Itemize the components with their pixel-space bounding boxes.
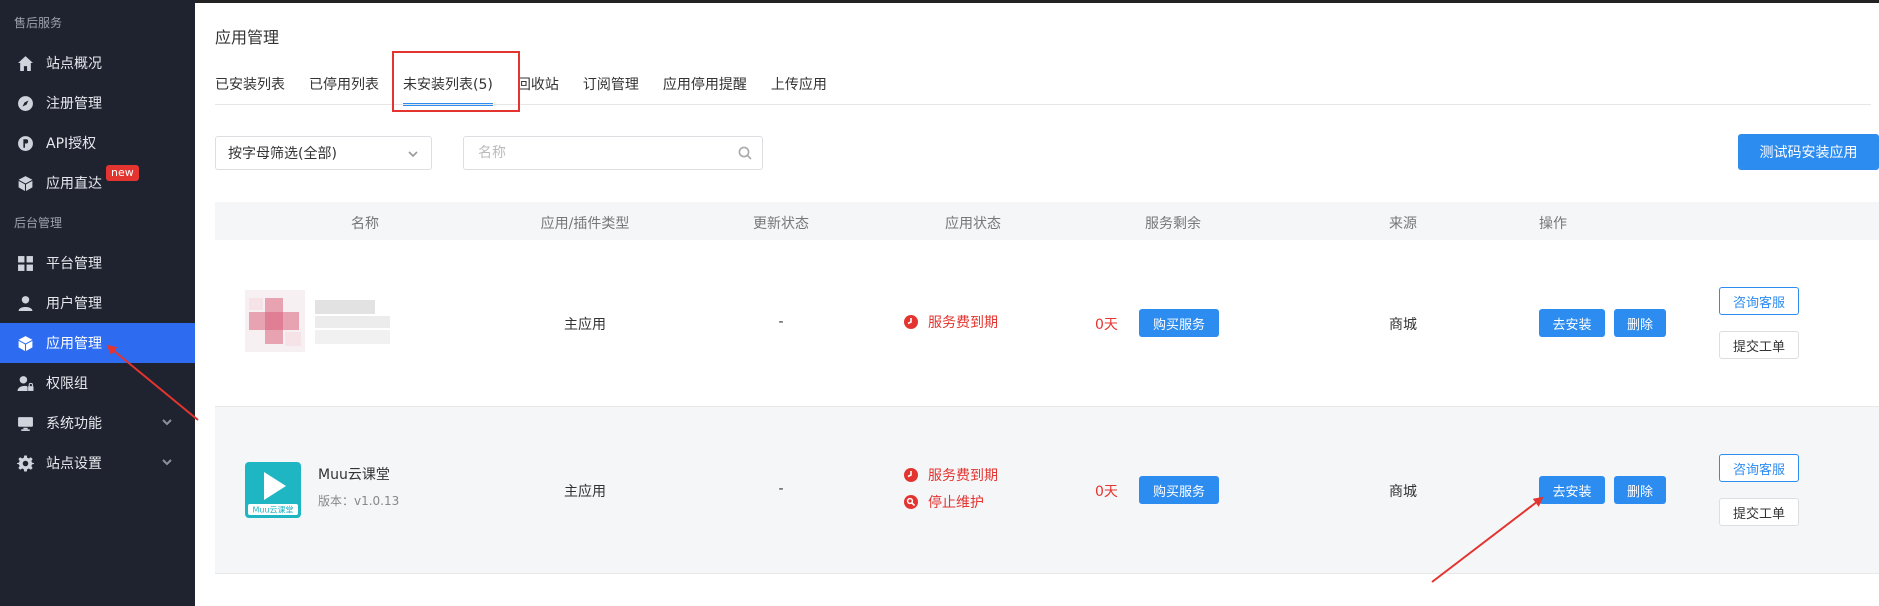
column-header-name: 名称 [351,216,379,232]
cube-icon [16,334,34,352]
sidebar-item-label: API授权 [46,136,97,152]
tab-subscriptions[interactable]: 订阅管理 [571,64,651,104]
app-name: Muu云课堂 [318,467,390,483]
sidebar-section-title: 后台管理 [14,216,63,230]
table-row: Muu云课堂 Muu云课堂 版本：v1.0.13 主应用 - 服务费到期 停止维… [215,407,1879,574]
cube-icon [16,174,34,192]
grid-icon [16,254,34,272]
sidebar-item-site-settings[interactable]: 站点设置 [0,443,195,483]
app-logo-pixelated [245,290,305,352]
logo-text: Muu云课堂 [252,505,293,515]
sidebar-item-registration[interactable]: 注册管理 [0,83,195,123]
sidebar-item-label: 注册管理 [46,96,102,112]
app-type: 主应用 [564,317,606,333]
sidebar-item-label: 站点设置 [46,456,102,472]
sidebar-item-api-auth[interactable]: API授权 [0,123,195,163]
status-label: 停止维护 [928,495,984,511]
gear-icon [16,454,34,472]
monitor-icon [16,414,34,432]
install-button[interactable]: 去安装 [1539,476,1605,504]
user-icon [16,294,34,312]
submit-ticket-button[interactable]: 提交工单 [1719,498,1799,526]
delete-button[interactable]: 删除 [1614,309,1666,337]
sidebar-item-system-functions[interactable]: 系统功能 [0,403,195,443]
sidebar-item-label: 站点概况 [46,56,102,72]
column-header-service-remaining: 服务剩余 [1145,216,1201,232]
clock-icon [904,468,918,482]
install-button[interactable]: 去安装 [1539,309,1605,337]
status-label: 服务费到期 [928,315,998,331]
status-label: 服务费到期 [928,468,998,484]
table-header: 名称 应用/插件类型 更新状态 应用状态 服务剩余 来源 操作 [215,202,1879,240]
sidebar-item-platform[interactable]: 平台管理 [0,243,195,283]
sidebar-item-label: 应用直达 [46,176,102,192]
app-window: 售后服务 站点概况 注册管理 API授权 应用直达 new 后台管理 平台管理 … [0,0,1879,606]
compass-icon [16,94,34,112]
app-status-item: 服务费到期 [904,465,998,485]
delete-button[interactable]: 删除 [1614,476,1666,504]
column-header-type: 应用/插件类型 [540,216,630,232]
sidebar-item-permission-group[interactable]: 权限组 [0,363,195,403]
sidebar-item-app-management[interactable]: 应用管理 [0,323,195,363]
tab-upload-app[interactable]: 上传应用 [759,64,839,104]
source: 商城 [1389,484,1417,500]
consult-support-button[interactable]: 咨询客服 [1719,287,1799,315]
sidebar-item-label: 应用管理 [46,336,102,352]
tab-disabled[interactable]: 已停用列表 [297,64,391,104]
sidebar: 售后服务 站点概况 注册管理 API授权 应用直达 new 后台管理 平台管理 … [0,0,195,606]
api-icon [16,134,34,152]
column-header-actions: 操作 [1539,216,1567,232]
sidebar-item-site-overview[interactable]: 站点概况 [0,43,195,83]
sidebar-item-label: 系统功能 [46,416,102,432]
table-row: 主应用 - 服务费到期 0天 购买服务 商城 去安装 删除 咨询客服 提交工单 [215,240,1879,407]
submit-ticket-button[interactable]: 提交工单 [1719,331,1799,359]
tab-bar: 已安装列表 已停用列表 未安装列表(5) 回收站 订阅管理 应用停用提醒 上传应… [215,64,839,106]
page-title: 应用管理 [215,28,280,47]
buy-service-button[interactable]: 购买服务 [1139,309,1219,337]
app-name-pixelated [315,300,390,344]
column-header-update-status: 更新状态 [753,216,809,232]
letter-filter-value: 按字母筛选(全部) [228,146,337,162]
letter-filter-select[interactable]: 按字母筛选(全部) [215,136,432,170]
sidebar-item-app-direct[interactable]: 应用直达 new [0,163,195,203]
sidebar-item-label: 权限组 [46,376,88,392]
app-version: 版本：v1.0.13 [318,494,400,508]
new-badge: new [106,165,139,181]
sidebar-section-title: 售后服务 [14,16,63,30]
sidebar-item-label: 用户管理 [46,296,102,312]
annotation-highlight-box [392,51,520,112]
clock-icon [904,315,918,329]
update-status: - [778,314,784,330]
buy-service-button[interactable]: 购买服务 [1139,476,1219,504]
app-status-item: 服务费到期 [904,312,998,332]
chevron-down-icon [407,148,419,160]
update-status: - [778,481,784,497]
days-remaining: 0天 [1095,484,1118,500]
wrench-icon [904,495,918,509]
sidebar-item-users[interactable]: 用户管理 [0,283,195,323]
consult-support-button[interactable]: 咨询客服 [1719,454,1799,482]
user-lock-icon [16,374,34,392]
chevron-down-icon [161,456,175,470]
search-icon[interactable] [738,146,752,160]
main-content: 应用管理 已安装列表 已停用列表 未安装列表(5) 回收站 订阅管理 应用停用提… [195,0,1879,606]
test-code-install-button[interactable]: 测试码安装应用 [1738,134,1879,170]
name-search-field [463,136,763,170]
app-status-item: 停止维护 [904,492,984,512]
muu-classroom-logo: Muu云课堂 [245,462,301,518]
chevron-down-icon [161,416,175,430]
search-input[interactable] [464,137,724,169]
column-header-app-status: 应用状态 [945,216,1001,232]
sidebar-item-label: 平台管理 [46,256,102,272]
home-icon [16,54,34,72]
days-remaining: 0天 [1095,317,1118,333]
tab-installed[interactable]: 已安装列表 [215,64,297,104]
tab-disable-reminder[interactable]: 应用停用提醒 [651,64,759,104]
app-type: 主应用 [564,484,606,500]
source: 商城 [1389,317,1417,333]
column-header-source: 来源 [1389,216,1417,232]
